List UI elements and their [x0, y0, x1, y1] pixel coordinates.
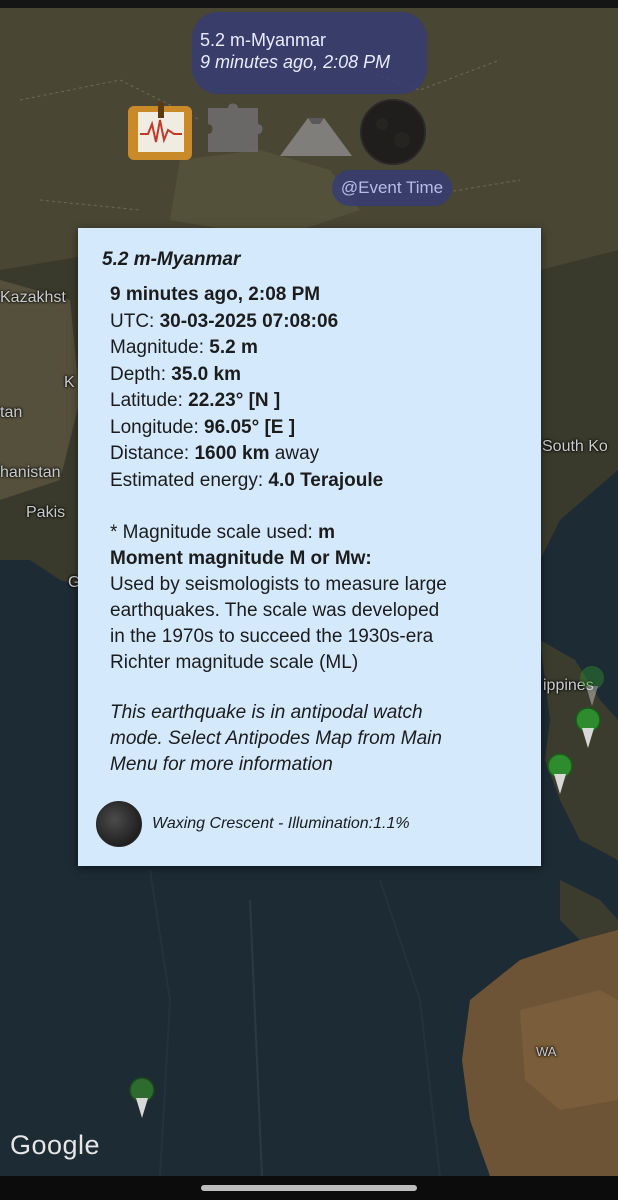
antipodal-line: This earthquake is in antipodal watch — [110, 702, 423, 723]
longitude-row: Longitude: 96.05° [E ] — [110, 415, 517, 442]
map-label-kazakhstan: Kazakhst — [0, 289, 66, 306]
map-label-k: K — [64, 374, 75, 391]
earthquake-pin[interactable] — [578, 664, 606, 708]
event-details: 9 minutes ago, 2:08 PM UTC: 30-03-2025 0… — [102, 282, 517, 494]
earthquake-pin[interactable] — [546, 752, 574, 796]
magnitude-value: 5.2 m — [209, 337, 258, 358]
scale-row: * Magnitude scale used: m — [110, 520, 517, 546]
moon-phase-row: Waxing Crescent - Illumination:1.1% — [96, 800, 410, 848]
seismograph-icon[interactable] — [126, 100, 196, 162]
magnitude-label: Magnitude: — [110, 337, 210, 358]
event-time-button[interactable]: @Event Time — [332, 170, 452, 206]
distance-value: 1600 km — [194, 443, 270, 464]
latitude-label: Latitude: — [110, 390, 189, 411]
map-label-stan: tan — [0, 404, 23, 421]
depth-row: Depth: 35.0 km — [110, 362, 517, 389]
latitude-row: Latitude: 22.23° [N ] — [110, 388, 517, 415]
home-gesture-handle[interactable] — [201, 1185, 417, 1191]
magnitude-row: Magnitude: 5.2 m — [110, 335, 517, 362]
event-callout-time: 9 minutes ago, 2:08 PM — [200, 52, 391, 72]
system-navigation-bar — [0, 1176, 618, 1200]
moon-icon[interactable] — [358, 98, 428, 166]
moment-desc-line: in the 1970s to succeed the 1930s-era — [110, 626, 434, 647]
utc-label: UTC: — [110, 310, 160, 332]
earthquake-pin[interactable] — [128, 1076, 156, 1120]
moon-phase-text: Waxing Crescent - Illumination:1.1% — [152, 815, 410, 832]
event-callout-title: 5.2 m-Myanmar — [200, 30, 327, 50]
antipodal-line: Menu for more information — [110, 754, 333, 775]
distance-suffix: away — [269, 443, 320, 464]
moment-desc-line: Used by seismologists to measure large — [110, 574, 447, 595]
depth-label: Depth: — [110, 363, 172, 385]
relative-time: 9 minutes ago, 2:08 PM — [110, 284, 321, 305]
puzzle-icon[interactable] — [204, 100, 268, 156]
longitude-label: Longitude: — [110, 416, 205, 438]
moment-heading: Moment magnitude M or Mw: — [110, 548, 372, 569]
utc-row: UTC: 30-03-2025 07:08:06 — [110, 309, 517, 336]
antipodal-line: mode. Select Antipodes Map from Main — [110, 728, 442, 749]
status-bar — [0, 0, 618, 8]
volcano-icon[interactable] — [278, 108, 354, 158]
utc-value: 30-03-2025 07:08:06 — [159, 310, 339, 332]
panel-title: 5.2 m-Myanmar — [102, 249, 241, 270]
moment-desc-line: Richter magnitude scale (ML) — [110, 652, 359, 673]
map-label-wa: WA — [536, 1044, 557, 1059]
energy-value: 4.0 Terajoule — [268, 469, 384, 491]
magnitude-scale-info: * Magnitude scale used: m Moment magnitu… — [102, 520, 517, 676]
moment-desc-line: earthquakes. The scale was developed — [110, 600, 440, 621]
energy-label: Estimated energy: — [110, 469, 269, 491]
earthquake-pin[interactable] — [574, 706, 602, 750]
earthquake-info-panel: 5.2 m-Myanmar 9 minutes ago, 2:08 PM UTC… — [78, 228, 541, 866]
map-label-pakistan: Pakis — [26, 504, 66, 521]
moon-phase-icon — [96, 801, 142, 847]
distance-label: Distance: — [110, 443, 195, 464]
event-callout[interactable]: 5.2 m-Myanmar 9 minutes ago, 2:08 PM — [192, 12, 427, 94]
depth-value: 35.0 km — [171, 363, 241, 385]
distance-row: Distance: 1600 km away — [110, 441, 517, 468]
map-label-south-korea: South Ko — [542, 438, 608, 455]
energy-row: Estimated energy: 4.0 Terajoule — [110, 468, 517, 495]
antipodal-note: This earthquake is in antipodal watch mo… — [102, 700, 517, 778]
scale-value: m — [318, 522, 335, 543]
longitude-value: 96.05° [E ] — [204, 416, 296, 438]
map-label-afghanistan: hanistan — [0, 464, 61, 481]
latitude-value: 22.23° [N ] — [188, 390, 281, 411]
google-attribution: Google — [10, 1130, 101, 1160]
scale-label: * Magnitude scale used: — [110, 522, 319, 543]
